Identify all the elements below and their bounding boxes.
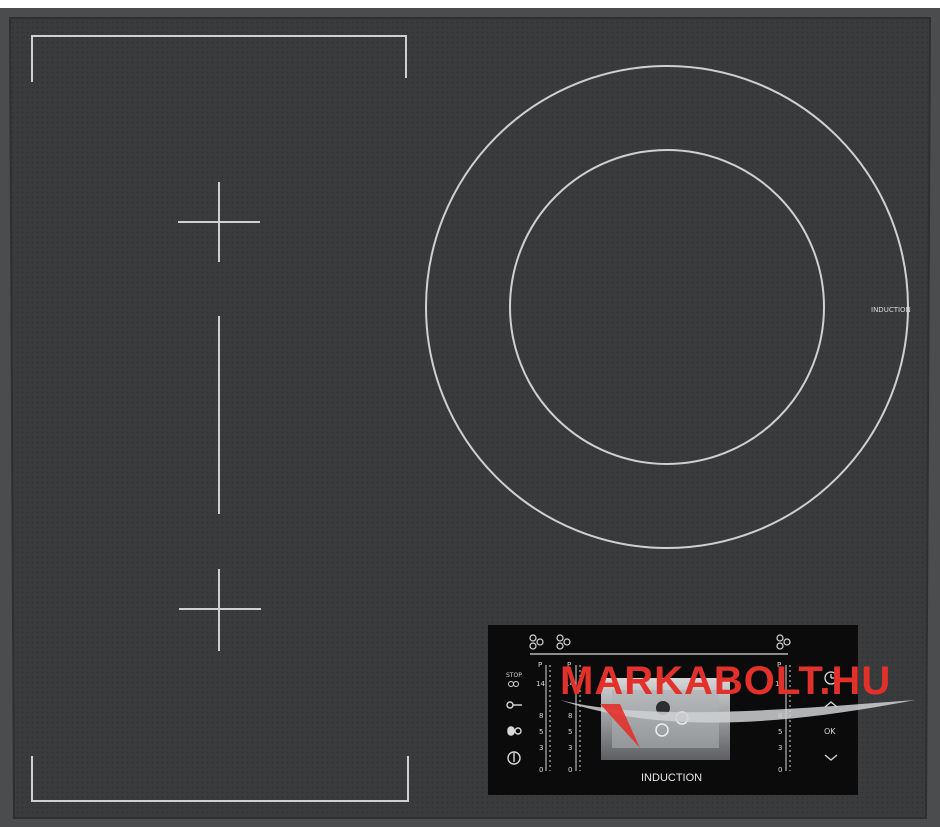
scale-5-center: 5 <box>568 728 572 736</box>
induction-hob-photo: INDUCTION STOP P 14 8 5 3 0 P 14 8 5 3 0… <box>0 8 940 827</box>
scale-14-left: 14 <box>536 680 545 688</box>
scale-0-center: 0 <box>568 766 572 774</box>
scale-3-right: 3 <box>778 744 782 752</box>
scale-0-right: 0 <box>778 766 782 774</box>
ok-button[interactable]: OK <box>824 727 836 736</box>
scale-0-left: 0 <box>539 766 543 774</box>
panel-induction-label: INDUCTION <box>641 772 702 784</box>
scale-3-center: 3 <box>568 744 572 752</box>
scale-5-right: 5 <box>778 728 782 736</box>
scale-8-center: 8 <box>568 712 572 720</box>
scale-5-left: 5 <box>539 728 543 736</box>
watermark-text: MARKABOLT.HU <box>560 659 891 703</box>
scale-3-left: 3 <box>539 744 543 752</box>
scale-8-left: 8 <box>539 712 543 720</box>
stop-button[interactable]: STOP <box>506 672 522 679</box>
scale-p-left: P <box>538 661 542 669</box>
zone-induction-label: INDUCTION <box>871 306 911 314</box>
